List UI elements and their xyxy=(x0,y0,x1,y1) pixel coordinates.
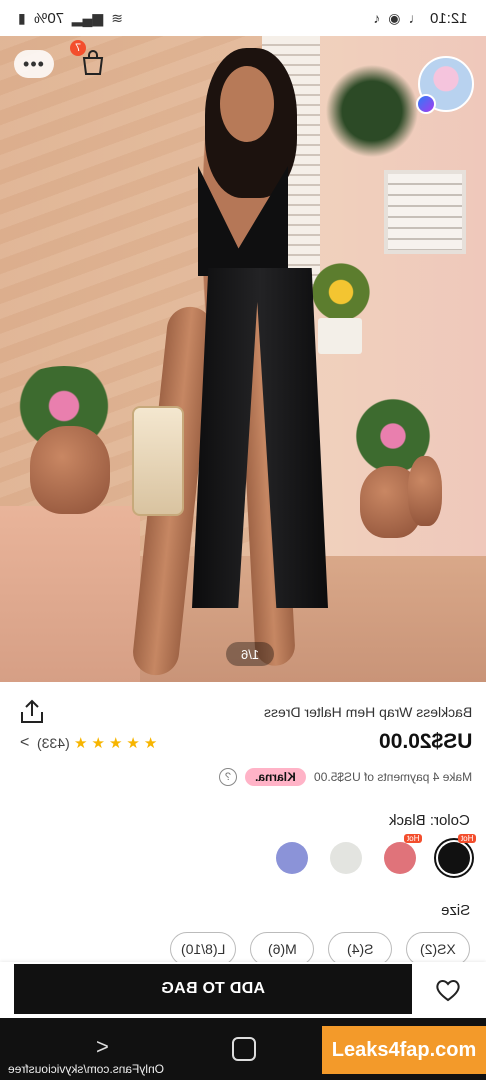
heart-icon xyxy=(436,980,460,1002)
model-face xyxy=(220,66,274,142)
watermark-left: OnlyFans.com/skyviciousfree xyxy=(8,1062,164,1076)
status-bar: ▮ 70% ▂▄▆ ≋ ♪ ◉ ♩ 12:10 xyxy=(0,0,486,36)
installments-text: Make 4 payments of US$5.00 xyxy=(313,770,472,784)
hot-label: Hot xyxy=(406,834,419,843)
swatch-black[interactable]: Hot xyxy=(434,834,476,878)
cart-count: 7 xyxy=(74,42,82,54)
swatch-periwinkle[interactable] xyxy=(276,842,308,874)
size-option-label: L(8/10) xyxy=(180,941,225,957)
product-price: US$20.00 xyxy=(379,730,472,754)
size-option[interactable]: M(6) xyxy=(250,932,314,966)
battery-icon: ▮ xyxy=(18,9,26,26)
messenger-icon xyxy=(416,94,436,114)
watermark-right: Leaks4fap.com xyxy=(322,1026,486,1074)
klarna-badge: Klarna. xyxy=(245,768,306,786)
color-swatches: Hot Hot xyxy=(276,834,476,878)
help-icon[interactable]: ? xyxy=(219,768,238,786)
nav-back-icon[interactable]: > xyxy=(96,1034,109,1060)
messenger-notification-icon: ◉ xyxy=(388,9,401,26)
background-window xyxy=(384,170,466,254)
color-label: Color: Black xyxy=(389,812,470,829)
size-label-text: Size xyxy=(440,902,470,919)
hot-badge: Hot xyxy=(457,834,476,843)
signal-icon: ▂▄▆ xyxy=(71,9,104,26)
star-icon: ★ xyxy=(108,735,123,752)
klarna-label: Klarna. xyxy=(255,770,296,784)
image-counter: 1/6 xyxy=(226,642,274,666)
swatch-light-grey[interactable] xyxy=(330,842,362,874)
hanging-plant xyxy=(322,56,422,166)
battery-level: 70% xyxy=(33,9,64,27)
add-to-bag-button[interactable]: ADD TO BAG xyxy=(14,964,412,1014)
nav-home-icon[interactable] xyxy=(232,1037,256,1061)
action-bar: ADD TO BAG xyxy=(0,962,486,1018)
star-icon: ★ xyxy=(91,735,105,752)
pot-right-tall xyxy=(408,456,442,526)
status-left: ▮ 70% ▂▄▆ ≋ xyxy=(18,10,123,27)
more-dots-icon: ••• xyxy=(23,53,45,74)
cart-count-badge: 7 xyxy=(70,40,86,56)
hot-badge: Hot xyxy=(403,834,422,843)
review-count: (433) xyxy=(37,735,71,751)
product-image[interactable]: ••• 7 1/6 xyxy=(0,36,486,682)
size-option[interactable]: XS(2) xyxy=(406,932,470,966)
size-option-label: S(4) xyxy=(346,941,374,957)
notification-icon: ♪ xyxy=(373,10,381,26)
system-nav-bar: > OnlyFans.com/skyviciousfree Leaks4fap.… xyxy=(0,1018,486,1080)
share-button[interactable] xyxy=(18,698,46,726)
size-option-label: M(6) xyxy=(267,941,297,957)
product-price-text: US$20.00 xyxy=(378,730,472,753)
status-right: ♪ ◉ ♩ 12:10 xyxy=(373,10,468,27)
model-handbag xyxy=(132,406,184,516)
watermark-left-text: OnlyFans.com/skyviciousfree xyxy=(8,1062,165,1076)
star-icon: ★ xyxy=(126,735,140,752)
star-icon: ★ xyxy=(74,735,88,752)
product-title-text: Backless Wrap Hem Halter Dress xyxy=(263,704,472,720)
more-options-button[interactable]: ••• xyxy=(14,50,54,78)
product-info: Backless Wrap Hem Halter Dress US$20.00 … xyxy=(0,682,486,966)
rating-row[interactable]: < (433) ★ ★ ★ ★ ★ xyxy=(20,734,157,752)
swatch-coral[interactable]: Hot xyxy=(384,834,422,874)
size-option[interactable]: S(4) xyxy=(328,932,392,966)
size-options: XS(2) S(4) M(6) L(8/10) xyxy=(118,932,470,966)
hot-label: Hot xyxy=(460,834,473,843)
share-icon xyxy=(21,699,43,723)
image-counter-text: 1/6 xyxy=(240,646,260,662)
star-icon: ★ xyxy=(143,735,158,752)
watermark-right-text: Leaks4fap.com xyxy=(331,1038,477,1061)
steps xyxy=(0,506,140,682)
tiktok-icon: ♩ xyxy=(408,10,423,26)
size-option-label: XS(2) xyxy=(420,941,456,957)
add-to-bag-label: ADD TO BAG xyxy=(160,980,266,997)
clock: 12:10 xyxy=(430,9,468,27)
size-option[interactable]: L(8/10) xyxy=(169,932,236,966)
product-title: Backless Wrap Hem Halter Dress xyxy=(264,704,472,720)
size-label: Size xyxy=(441,902,470,919)
wifi-icon: ≋ xyxy=(111,9,123,26)
wishlist-button[interactable] xyxy=(430,972,466,1008)
chevron-left-icon: < xyxy=(20,734,30,751)
help-label: ? xyxy=(225,771,232,783)
installments-row: ? Klarna. Make 4 payments of US$5.00 xyxy=(219,768,472,786)
pot-left xyxy=(30,426,110,514)
color-label-text: Color: Black xyxy=(389,812,470,829)
